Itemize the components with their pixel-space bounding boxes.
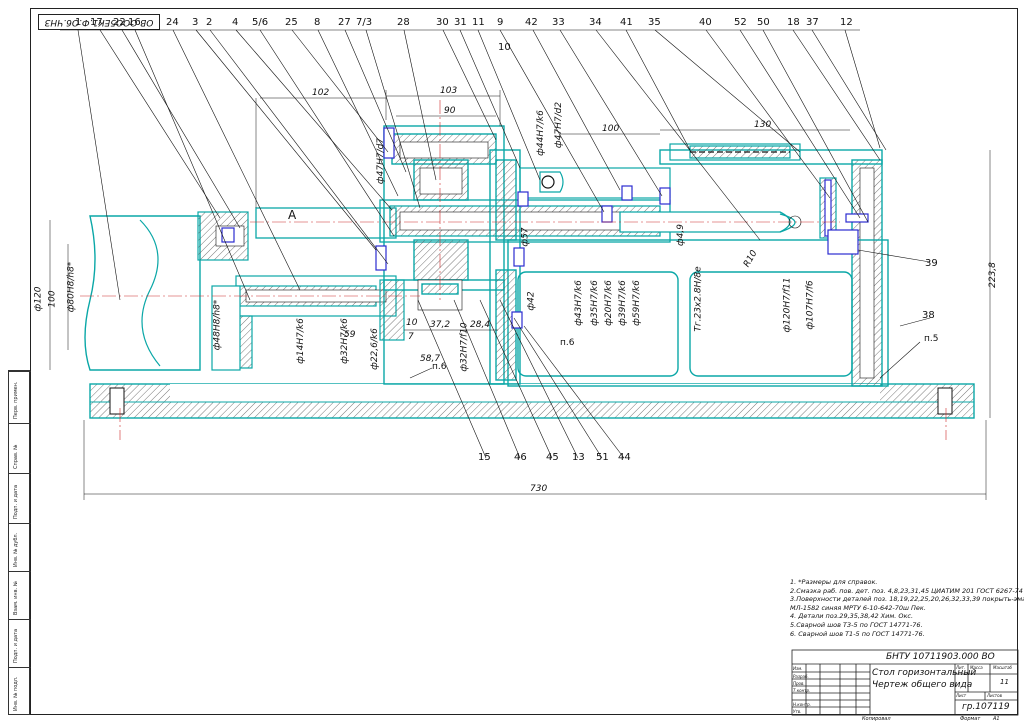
row-label: Утв. [793,709,802,714]
copied-label: Копировал [862,716,891,722]
title-line-2: Чертеж общего вида [872,680,973,690]
col-sheet: Лист [956,693,967,698]
col-mass: Масса [970,665,983,670]
sheet-count: 11 [1000,678,1009,686]
row-label: Изм. [793,666,803,671]
group-label: гр.107119 [962,702,1010,712]
row-label: Пров. [793,681,805,686]
col-sheets: Листов [987,693,1002,698]
col-lit: Лит. [956,665,966,670]
col-scale: Масштаб [993,665,1013,670]
row-label: Т.контр. [793,688,811,693]
format-value: А1 [993,716,1000,722]
format-label: Формат [960,716,981,722]
row-label: Разраб. [793,674,809,679]
doc-number: БНТУ 10711903.000 ВО [886,652,995,662]
drawing-sheet: Перв. примен. Справ. № Подп. и дата Инв.… [0,0,1024,723]
title-block-grid [791,649,1019,716]
row-label: Н.контр. [793,702,811,707]
